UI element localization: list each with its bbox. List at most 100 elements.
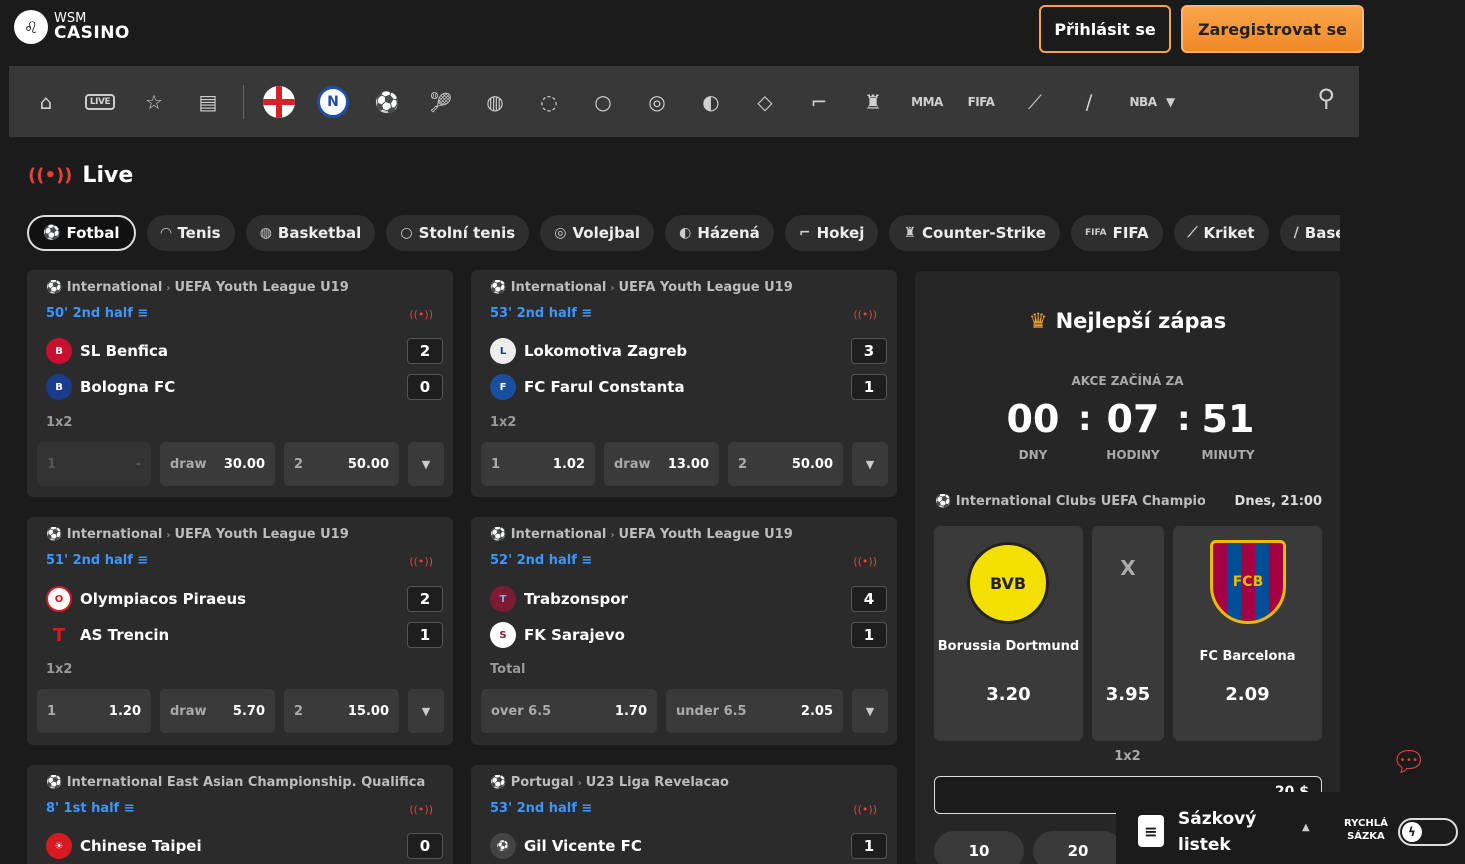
tab-baseball[interactable]: ∕Base — [1279, 215, 1340, 251]
stake-chip[interactable]: 20 — [1033, 831, 1123, 864]
odd-button[interactable]: 1 1.02 — [481, 442, 595, 486]
betslip-history-icon[interactable]: ▤ — [191, 85, 225, 119]
chevron-up-icon[interactable]: ▲ — [1302, 822, 1310, 833]
odd-button[interactable]: draw 30.00 — [160, 442, 275, 486]
more-markets-chevron-icon[interactable]: ▼ — [408, 442, 444, 486]
quick-bet-toggle[interactable]: ϟ — [1398, 818, 1458, 846]
away-team: F FC Farul Constanta — [490, 374, 685, 400]
chevron-down-icon[interactable]: ▼ — [1166, 95, 1175, 109]
mma-icon[interactable]: MMA — [910, 85, 944, 119]
best-market-label: 1x2 — [1114, 749, 1141, 764]
draw-odd-button[interactable]: X 3.95 — [1092, 526, 1164, 741]
more-markets-chevron-icon[interactable]: ▼ — [408, 689, 444, 733]
search-icon[interactable]: ⚲ — [1317, 84, 1335, 112]
home-odd-button[interactable]: BVB Borussia Dortmund 3.20 — [934, 526, 1083, 741]
draw-label: X — [1120, 556, 1136, 580]
match-time: 53' 2nd half ≡ — [490, 801, 593, 816]
stake-chip[interactable]: 10 — [934, 831, 1024, 864]
team-logo-icon: S — [490, 622, 516, 648]
odd-button[interactable]: 2 50.00 — [728, 442, 843, 486]
star-icon[interactable]: ☆ — [137, 85, 171, 119]
home-team: L Lokomotiva Zagreb — [490, 338, 687, 364]
register-button[interactable]: Zaregistrovat se — [1181, 5, 1364, 53]
odd-button[interactable]: draw 13.00 — [604, 442, 719, 486]
home-team-name: Borussia Dortmund — [937, 639, 1080, 654]
tab-table-tennis[interactable]: ○ Stolní tenis — [386, 215, 530, 251]
nba-icon[interactable]: NBA — [1126, 85, 1160, 119]
tennis-icon[interactable]: 🎾︎ — [424, 85, 458, 119]
tab-basketball[interactable]: ◍ Basketbal — [245, 215, 376, 251]
baseball-icon: ∕ — [1293, 225, 1299, 241]
odd-button[interactable]: 2 50.00 — [284, 442, 399, 486]
odd-button[interactable]: 1 1.20 — [37, 689, 151, 733]
barcelona-logo-icon: FCB — [1210, 540, 1286, 624]
odd-button[interactable]: over 6.5 1.70 — [481, 689, 657, 733]
tab-handball[interactable]: ◐ Házená — [665, 215, 774, 251]
odd-button[interactable]: 1- — [37, 442, 151, 486]
home-icon[interactable]: ⌂ — [29, 85, 63, 119]
countdown-hours: 07 — [1106, 397, 1160, 441]
home-team: ☀ Chinese Taipei — [46, 833, 202, 859]
odds-row: 1 1.02 draw 13.00 2 50.00 ▼ — [481, 442, 888, 486]
sport-tabs: ⚽ Fotbal ◠ Tenis ◍ Basketbal ○ Stolní tenis … — [27, 215, 1340, 251]
counter-strike-icon: ♜ — [903, 225, 917, 241]
live-heading: ((•)) Live — [28, 163, 133, 188]
login-button[interactable]: Přihlásit se — [1039, 5, 1171, 53]
ping-pong-icon[interactable]: ○ — [586, 85, 620, 119]
odds-row: 1 1.20 draw 5.70 2 15.00 ▼ — [37, 689, 444, 733]
handball-icon[interactable]: ◐ — [694, 85, 728, 119]
match-card[interactable]: ⚽ International › UEFA Youth League U19 53… — [471, 270, 897, 497]
away-score: 0 — [407, 374, 443, 400]
casino-logo[interactable]: ♌ WSM CASINO — [14, 10, 130, 44]
home-score: 3 — [851, 338, 887, 364]
odd-button[interactable]: draw 5.70 — [160, 689, 275, 733]
tab-tennis[interactable]: ◠ Tenis — [146, 215, 235, 251]
best-match-league: ⚽ International Clubs UEFA Champions Le — [935, 494, 1205, 509]
chat-icon[interactable]: 💬︎ — [1391, 745, 1427, 778]
match-card[interactable]: ⚽ International East Asian Championship.… — [27, 765, 453, 864]
away-team-name: FC Barcelona — [1199, 649, 1296, 664]
market-label: 1x2 — [46, 415, 73, 430]
basketball-icon: ◍ — [259, 225, 272, 241]
more-markets-chevron-icon[interactable]: ▼ — [852, 442, 888, 486]
team-logo-icon: T — [490, 586, 516, 612]
football-icon[interactable]: ⚽ — [370, 85, 404, 119]
away-odd-button[interactable]: FCB FC Barcelona 2.09 — [1173, 526, 1322, 741]
baseball-bat-icon[interactable]: ∕ — [1072, 85, 1106, 119]
basketball-icon[interactable]: ◍ — [478, 85, 512, 119]
countdown-label: AKCE ZAČÍNÁ ZA — [1071, 374, 1184, 388]
odd-button[interactable]: 2 15.00 — [284, 689, 399, 733]
tab-football[interactable]: ⚽ Fotbal — [27, 215, 136, 251]
bet-slip-bar[interactable]: ≡ Sázkový listek ▲ RYCHLÁ SÁZKA ϟ — [1116, 792, 1465, 864]
table-tennis-icon[interactable]: ◌ — [532, 85, 566, 119]
england-flag-icon[interactable] — [262, 85, 296, 119]
match-time: 53' 2nd half ≡ — [490, 306, 593, 321]
counter-strike-icon[interactable]: ♜ — [856, 85, 890, 119]
tab-counter-strike[interactable]: ♜ Counter-Strike — [889, 215, 1060, 251]
match-card[interactable]: ⚽ Portugal › U23 Liga Revelacao 53' 2nd ha… — [471, 765, 897, 864]
volleyball-icon[interactable]: ◎ — [640, 85, 674, 119]
match-league: ⚽ International › UEFA Youth League U19 — [46, 527, 349, 542]
fifa-icon[interactable]: FIFA — [964, 85, 998, 119]
live-icon[interactable]: LIVE — [83, 85, 117, 119]
match-card[interactable]: ⚽ International › UEFA Youth League U19 52… — [471, 517, 897, 745]
tab-volleyball[interactable]: ◎ Volejbal — [540, 215, 655, 251]
tab-cricket[interactable]: ⟋ Kriket — [1173, 215, 1269, 251]
tab-fifa[interactable]: FIFA FIFA — [1071, 215, 1163, 251]
tennis-icon: ◠ — [160, 225, 172, 241]
cricket-icon[interactable]: ⟋ — [1018, 85, 1052, 119]
badminton-icon[interactable]: ◇ — [748, 85, 782, 119]
away-score: 1 — [407, 622, 443, 648]
hockey-icon[interactable]: ⌐ — [802, 85, 836, 119]
table-tennis-icon: ○ — [400, 225, 413, 241]
best-match-date: Dnes, 21:00 — [1234, 494, 1322, 509]
more-markets-chevron-icon[interactable]: ▼ — [852, 689, 888, 733]
league-n-icon[interactable]: N — [316, 85, 350, 119]
odd-button[interactable]: under 6.5 2.05 — [666, 689, 843, 733]
cricket-icon: ⟋ — [1187, 225, 1198, 241]
live-indicator-icon: ((•)) — [853, 803, 877, 816]
match-card[interactable]: ⚽ International › UEFA Youth League U19 51… — [27, 517, 453, 745]
live-indicator-icon: ((•)) — [409, 803, 433, 816]
tab-hockey[interactable]: ⌐ Hokej — [784, 215, 879, 251]
match-card[interactable]: ⚽ International › UEFA Youth League U19 50… — [27, 270, 453, 497]
